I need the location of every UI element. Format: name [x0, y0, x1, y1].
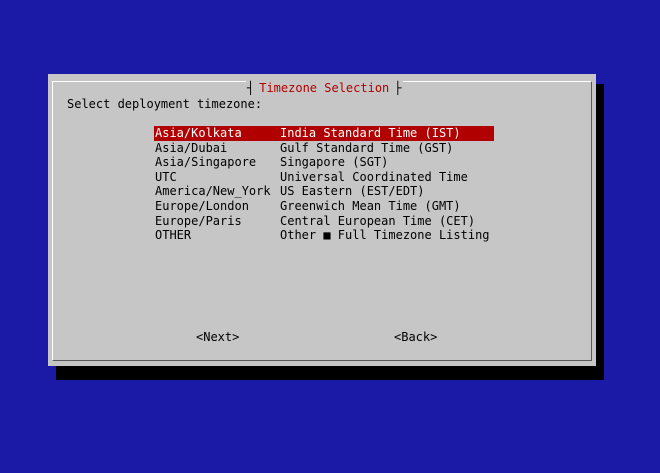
menu-item-description: US Eastern (EST/EDT)	[280, 184, 425, 199]
dialog-title: Timezone Selection	[259, 81, 390, 95]
dialog-title-wrap: ┤ Timezone Selection ├	[246, 81, 403, 95]
menu-item-america-new-york[interactable]: America/New_York US Eastern (EST/EDT)	[154, 184, 494, 199]
menu-item-tag: Europe/London	[155, 198, 249, 213]
timezone-dialog: ┤ Timezone Selection ├ Select deployment…	[48, 74, 596, 366]
menu-item-description: Central European Time (CET)	[280, 213, 476, 228]
dialog-prompt: Select deployment timezone:	[67, 97, 263, 111]
terminal-screen: ┤ Timezone Selection ├ Select deployment…	[0, 0, 660, 473]
menu-item-description: Greenwich Mean Time (GMT)	[280, 198, 461, 213]
menu-item-tag: Asia/Kolkata	[155, 126, 242, 140]
menu-item-tag: Asia/Singapore	[155, 155, 257, 170]
menu-item-description: India Standard Time (IST)	[280, 126, 461, 140]
title-left-glyph: ┤	[247, 81, 255, 95]
menu-item-tag: Asia/Dubai	[155, 140, 228, 155]
menu-item-asia-kolkata[interactable]: Asia/Kolkata India Standard Time (IST)	[154, 126, 494, 141]
timezone-menu: Asia/Kolkata India Standard Time (IST) A…	[154, 126, 494, 243]
menu-item-utc[interactable]: UTC Universal Coordinated Time	[154, 170, 494, 185]
menu-item-tag: UTC	[155, 169, 177, 184]
menu-item-description: Universal Coordinated Time	[280, 169, 468, 184]
menu-item-other[interactable]: OTHER Other ■ Full Timezone Listing	[154, 228, 494, 243]
title-right-glyph: ├	[394, 81, 402, 95]
back-button[interactable]: <Back>	[394, 330, 437, 344]
menu-item-description: Other ■ Full Timezone Listing	[280, 228, 490, 243]
menu-item-asia-dubai[interactable]: Asia/Dubai Gulf Standard Time (GST)	[154, 141, 494, 156]
menu-item-tag: America/New_York	[155, 184, 271, 199]
menu-item-tag: Europe/Paris	[155, 213, 242, 228]
menu-item-europe-paris[interactable]: Europe/Paris Central European Time (CET)	[154, 214, 494, 229]
menu-item-asia-singapore[interactable]: Asia/Singapore Singapore (SGT)	[154, 155, 494, 170]
menu-item-description: Singapore (SGT)	[280, 155, 389, 170]
menu-item-description: Gulf Standard Time (GST)	[280, 140, 454, 155]
menu-item-europe-london[interactable]: Europe/London Greenwich Mean Time (GMT)	[154, 199, 494, 214]
next-button[interactable]: <Next>	[196, 330, 239, 344]
dialog-buttons: <Next> <Back>	[53, 330, 593, 344]
menu-item-tag: OTHER	[155, 228, 192, 243]
dialog-frame: ┤ Timezone Selection ├ Select deployment…	[52, 81, 592, 361]
